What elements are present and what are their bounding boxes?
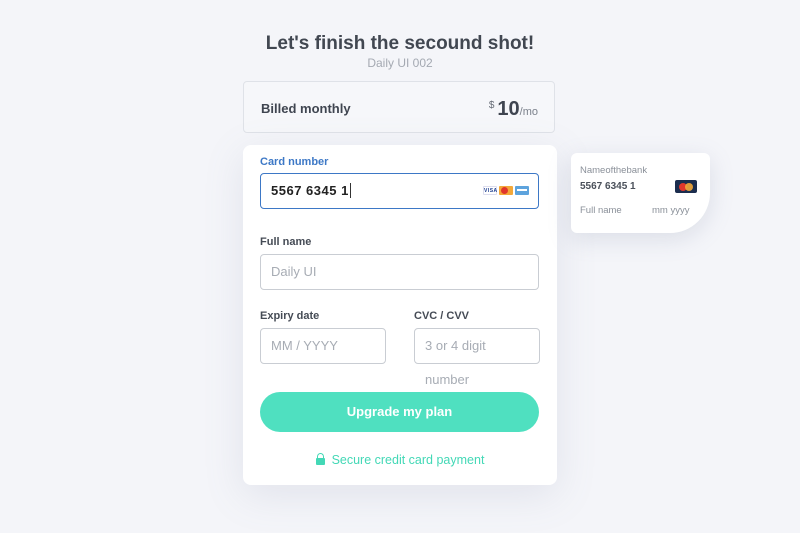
card-preview-expiry: mm yyyy [652, 205, 690, 216]
card-preview-number: 5567 6345 1 [580, 181, 636, 192]
text-caret [349, 183, 351, 198]
price: $10/mo [489, 98, 538, 121]
cvc-label: CVC / CVV [414, 310, 470, 322]
card-number-label: Card number [260, 156, 329, 168]
amex-icon [515, 186, 529, 195]
card-number-input[interactable]: 5567 6345 1 VISA [260, 173, 539, 209]
full-name-label: Full name [260, 236, 312, 248]
card-preview-bank: Nameofthebank [580, 165, 648, 176]
price-amount: 10 [497, 98, 520, 120]
expiry-date-label: Expiry date [260, 310, 320, 322]
card-number-value: 5567 6345 1 [271, 183, 349, 198]
card-preview-name: Full name [580, 205, 622, 216]
card-preview: Nameofthebank 5567 6345 1 Full name mm y… [571, 153, 710, 233]
page-title: Let's finish the secound shot! [265, 33, 535, 54]
cvc-input[interactable]: 3 or 4 digit number [414, 328, 540, 387]
billing-period-label: Billed monthly [261, 101, 351, 116]
secure-payment-note: Secure credit card payment [243, 453, 557, 467]
full-name-input[interactable]: Daily UI [260, 254, 539, 290]
page-subtitle: Daily UI 002 [367, 56, 433, 70]
mastercard-icon [499, 186, 513, 195]
payment-form: Card number 5567 6345 1 VISA Full name D… [243, 145, 557, 485]
price-period: /mo [519, 106, 538, 118]
card-brands: VISA [483, 186, 529, 195]
expiry-date-input[interactable]: MM / YYYY [260, 328, 386, 364]
visa-icon: VISA [483, 186, 498, 195]
mastercard-logo-icon [675, 180, 697, 193]
upgrade-plan-button[interactable]: Upgrade my plan [260, 392, 539, 432]
secure-payment-label: Secure credit card payment [331, 453, 485, 467]
billing-plan-box[interactable]: Billed monthly $10/mo [243, 81, 555, 133]
lock-icon [315, 453, 325, 465]
price-currency: $ [488, 100, 495, 111]
